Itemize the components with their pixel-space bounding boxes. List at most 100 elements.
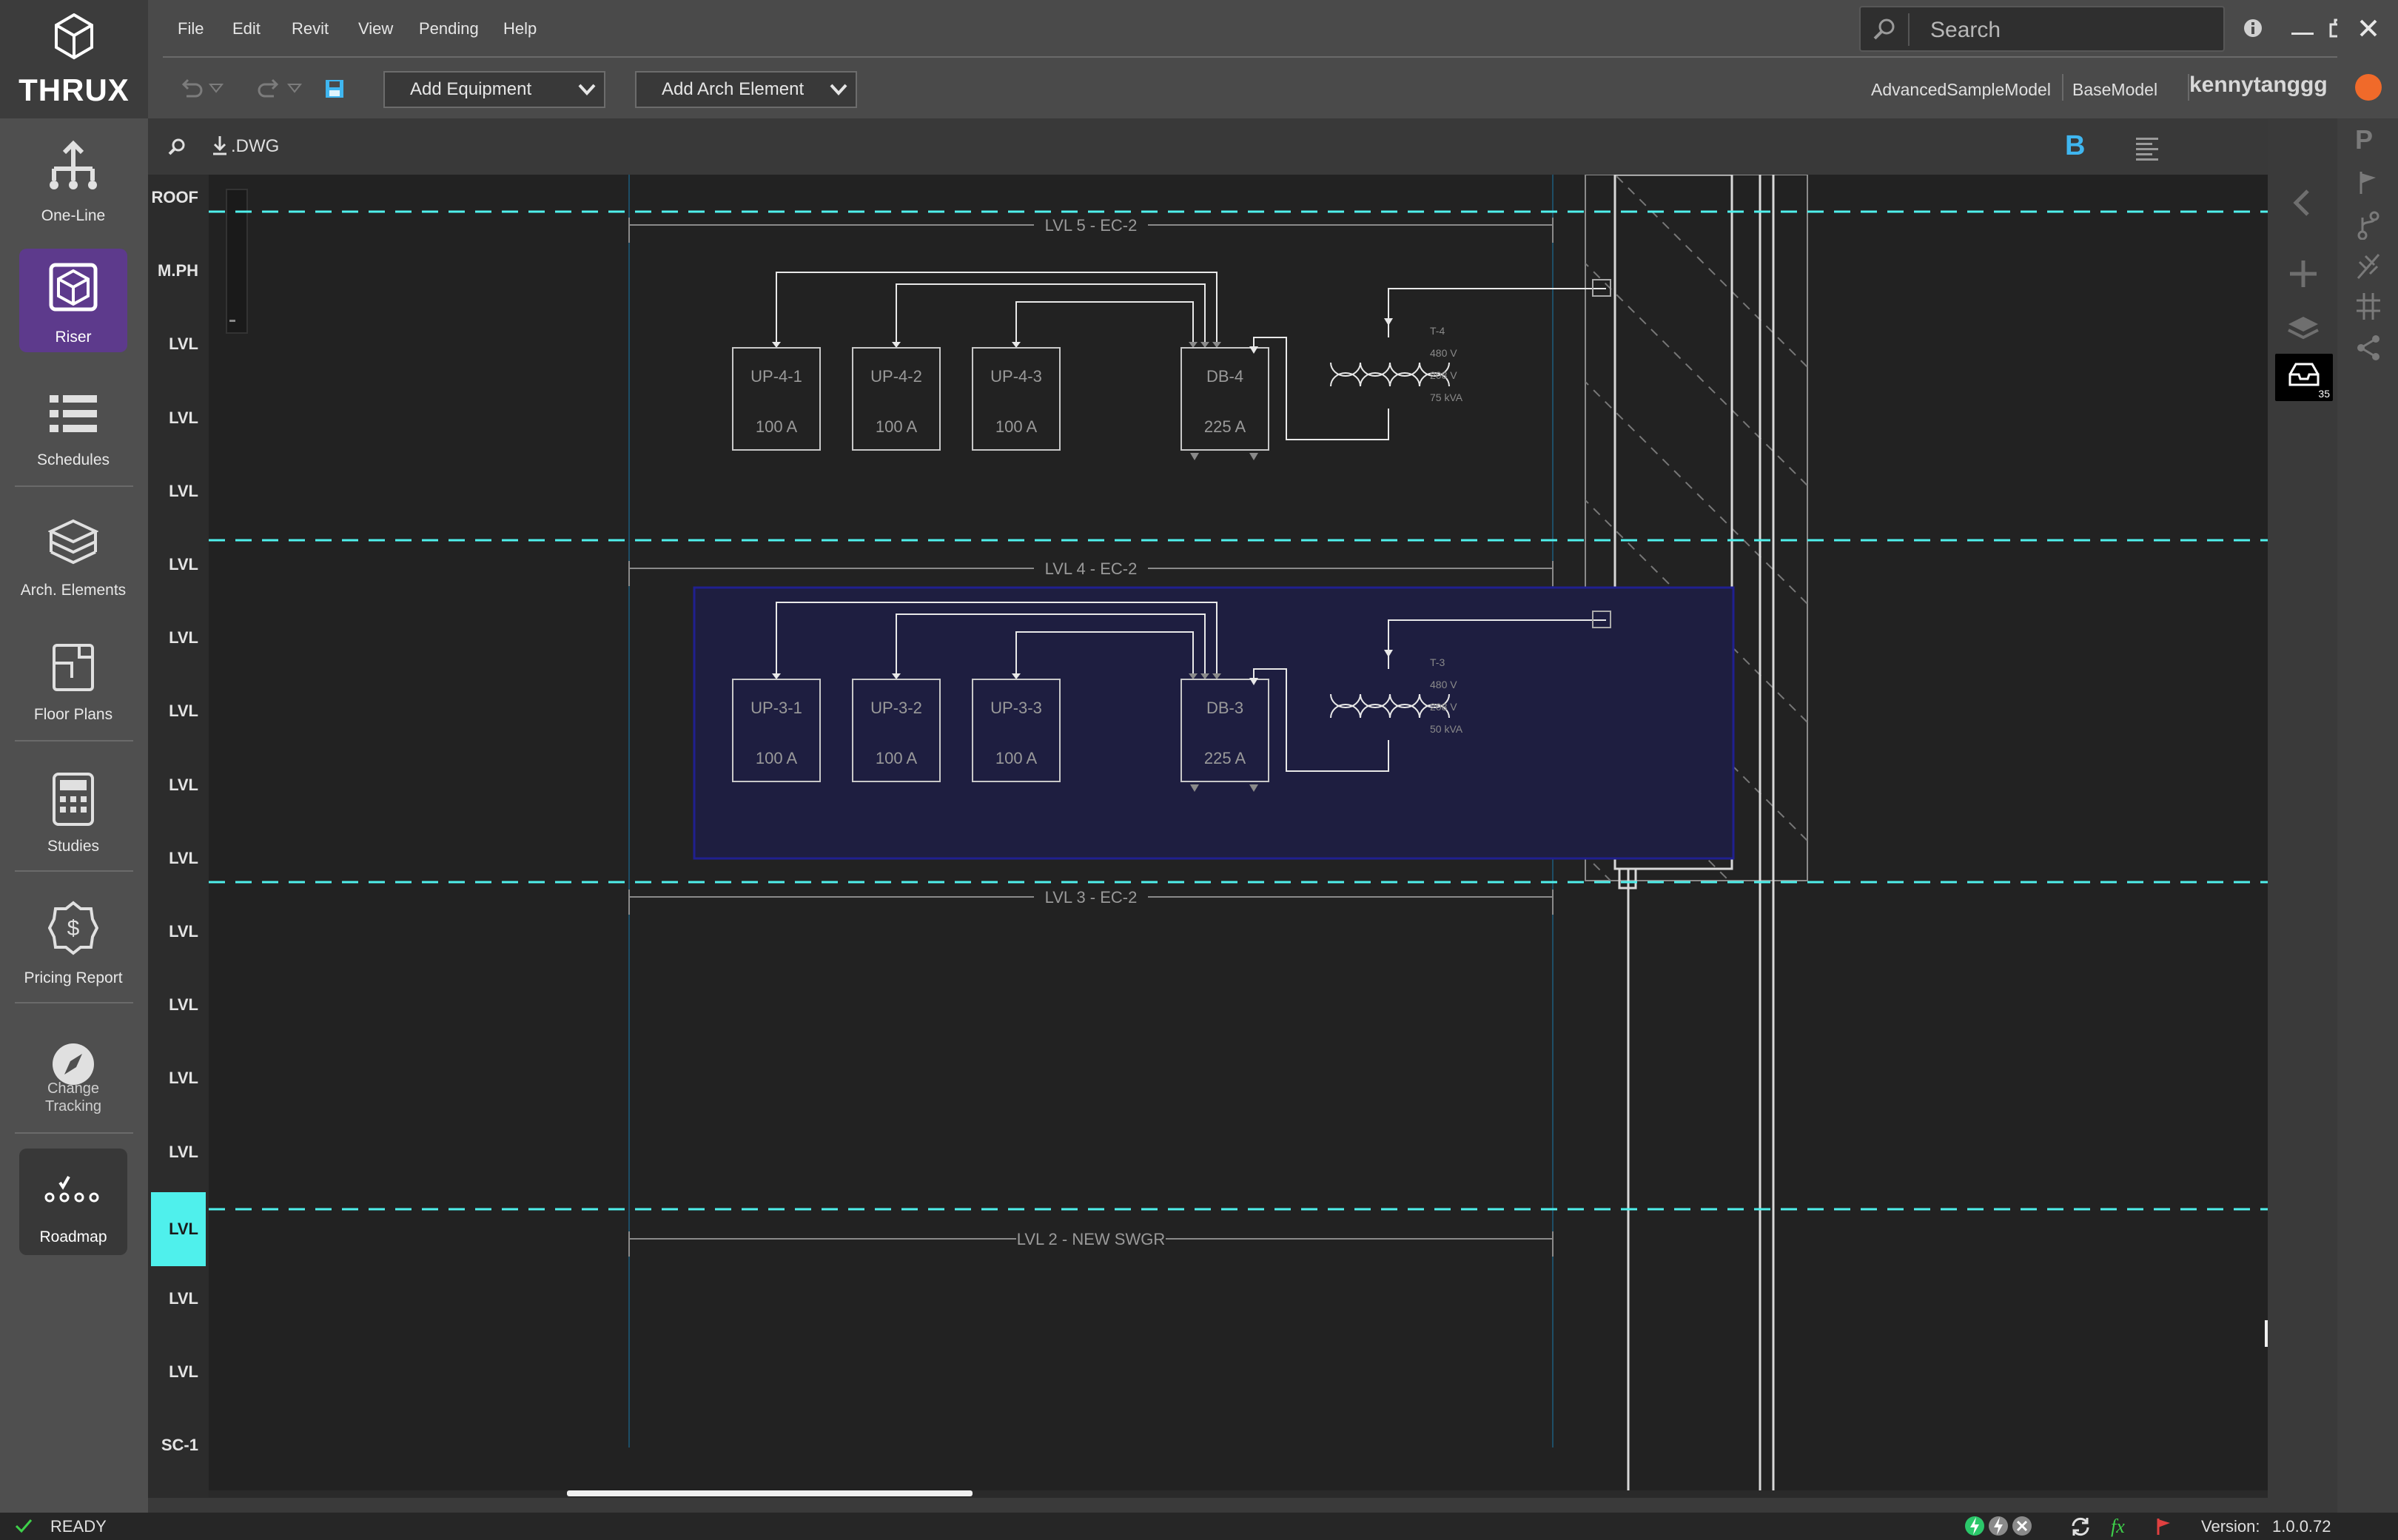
download-icon[interactable] bbox=[212, 135, 228, 157]
nav-label: Pricing Report bbox=[24, 969, 123, 986]
formula-icon[interactable]: fx bbox=[2111, 1516, 2125, 1538]
menu-pending[interactable]: Pending bbox=[419, 19, 479, 38]
level-label[interactable]: LVL bbox=[148, 482, 209, 501]
align-text-icon[interactable] bbox=[2135, 135, 2160, 164]
refresh-icon[interactable] bbox=[2069, 1516, 2092, 1538]
status-flag-icon[interactable] bbox=[2155, 1517, 2172, 1536]
level-label[interactable]: LVL bbox=[148, 995, 209, 1015]
disconnect-icon[interactable] bbox=[2355, 252, 2382, 281]
level-label[interactable]: LVL bbox=[148, 849, 209, 868]
panel-rating: 100 A bbox=[756, 749, 798, 767]
right-tool-panel: 35 bbox=[2268, 118, 2337, 1513]
level-label[interactable]: LVL bbox=[148, 628, 209, 648]
layers-icon[interactable] bbox=[2286, 314, 2321, 343]
feeder-arrow bbox=[772, 342, 781, 348]
avatar[interactable] bbox=[2352, 73, 2382, 102]
transformer-name: T-4 bbox=[1430, 325, 1445, 337]
minimize-icon[interactable] bbox=[2291, 33, 2314, 35]
nav-one-line[interactable]: One-Line bbox=[19, 133, 127, 229]
flag-icon[interactable] bbox=[2358, 170, 2379, 195]
power-off-icon[interactable] bbox=[1988, 1514, 2009, 1538]
riser-canvas[interactable]: LVL 5 - EC-2 LVL 4 - EC-2 LVL 3 - EC-2 LVL … bbox=[209, 175, 2268, 1498]
nav-change-tracking[interactable]: Change Tracking bbox=[19, 1029, 127, 1125]
level-label[interactable]: LVL bbox=[148, 1143, 209, 1162]
breadcrumb-model[interactable]: AdvancedSampleModel bbox=[1871, 80, 2051, 100]
nav-pricing-report[interactable]: $ Pricing Report bbox=[19, 895, 127, 992]
level-label[interactable]: M.PH bbox=[148, 261, 209, 280]
search-box[interactable]: Search bbox=[1859, 6, 2225, 52]
undo-icon[interactable] bbox=[178, 77, 204, 99]
menu-edit[interactable]: Edit bbox=[232, 19, 261, 38]
close-icon[interactable] bbox=[2358, 18, 2379, 38]
transformer-primary: 480 V bbox=[1430, 679, 1457, 690]
panel-rating: 225 A bbox=[1204, 417, 1246, 436]
panel-name: UP-4-1 bbox=[750, 367, 802, 386]
power-status-icon[interactable] bbox=[1964, 1514, 1985, 1538]
selection-box[interactable] bbox=[693, 586, 1735, 860]
h-scroll-thumb[interactable] bbox=[567, 1490, 973, 1496]
feeder-line[interactable] bbox=[896, 283, 1206, 348]
search-placeholder[interactable]: Search bbox=[1930, 18, 2001, 43]
panel-name: UP-3-3 bbox=[990, 699, 1042, 717]
menu-help[interactable]: Help bbox=[503, 19, 537, 38]
nav-arch-elements[interactable]: Arch. Elements bbox=[19, 511, 127, 607]
redo-icon[interactable] bbox=[256, 77, 283, 99]
level-label[interactable]: ROOF bbox=[148, 188, 209, 207]
branch-icon[interactable] bbox=[2357, 210, 2380, 240]
p-icon[interactable]: P bbox=[2355, 124, 2373, 155]
add-icon[interactable] bbox=[2288, 259, 2318, 289]
level-label[interactable]: LVL bbox=[148, 1069, 209, 1088]
level-section-label: LVL 4 - EC-2 bbox=[1045, 559, 1138, 578]
level-label[interactable]: LVL bbox=[148, 702, 209, 721]
b-toggle-button[interactable]: B bbox=[2065, 130, 2085, 162]
svg-text:$: $ bbox=[67, 916, 80, 941]
feeder-line[interactable] bbox=[1015, 301, 1194, 348]
level-label[interactable]: LVL bbox=[148, 334, 209, 354]
riser-diagram[interactable]: LVL 5 - EC-2 LVL 4 - EC-2 LVL 3 - EC-2 LVL … bbox=[209, 175, 2268, 1498]
menu-view[interactable]: View bbox=[358, 19, 393, 38]
canvas-toolbar: .DWG B bbox=[148, 118, 2268, 175]
level-label[interactable]: LVL bbox=[148, 1289, 209, 1308]
disabled-status-icon[interactable] bbox=[2012, 1514, 2032, 1538]
nav-floor-plans[interactable]: Floor Plans bbox=[19, 638, 127, 727]
panel-name: UP-4-2 bbox=[870, 367, 922, 386]
undo-dropdown-icon[interactable] bbox=[209, 83, 224, 93]
nav-riser[interactable]: Riser bbox=[19, 249, 127, 352]
level-label[interactable]: LVL bbox=[148, 555, 209, 574]
level-label[interactable]: LVL bbox=[148, 922, 209, 941]
add-arch-element-label: Add Arch Element bbox=[662, 79, 805, 99]
minimap-marker bbox=[229, 320, 235, 322]
db-input-arrow bbox=[1249, 346, 1258, 354]
panel-rating: 100 A bbox=[876, 749, 918, 767]
redo-dropdown-icon[interactable] bbox=[287, 83, 302, 93]
menu-file[interactable]: File bbox=[178, 19, 204, 38]
nav-studies[interactable]: Studies bbox=[19, 767, 127, 855]
inbox-icon bbox=[2288, 363, 2320, 386]
nav-roadmap[interactable]: Roadmap bbox=[19, 1149, 127, 1255]
add-equipment-dropdown[interactable]: Add Equipment bbox=[383, 71, 605, 108]
level-label[interactable]: LVL bbox=[148, 776, 209, 795]
h-scroll-track[interactable] bbox=[209, 1490, 2268, 1498]
grid-icon[interactable] bbox=[2355, 292, 2382, 321]
breadcrumb-base[interactable]: BaseModel bbox=[2072, 80, 2157, 100]
export-dwg-button[interactable]: .DWG bbox=[231, 136, 279, 157]
transformer-secondary-line[interactable] bbox=[1253, 337, 1389, 440]
chevron-down-icon bbox=[578, 84, 596, 95]
level-label-active[interactable]: LVL bbox=[151, 1191, 206, 1266]
menu-divider bbox=[163, 56, 2339, 58]
level-label[interactable]: SC-1 bbox=[148, 1436, 209, 1455]
level-label[interactable]: LVL bbox=[148, 1362, 209, 1382]
inbox-button[interactable]: 35 bbox=[2275, 354, 2333, 401]
canvas-search-icon[interactable] bbox=[167, 138, 187, 157]
info-icon[interactable] bbox=[2243, 18, 2263, 38]
collapse-left-icon[interactable] bbox=[2290, 188, 2312, 218]
nav-schedules[interactable]: Schedules bbox=[19, 385, 127, 474]
menu-revit[interactable]: Revit bbox=[292, 19, 329, 38]
username[interactable]: kennytanggg bbox=[2189, 73, 2328, 98]
save-icon[interactable] bbox=[324, 78, 345, 99]
add-arch-element-dropdown[interactable]: Add Arch Element bbox=[635, 71, 857, 108]
transformer-primary-line[interactable] bbox=[1388, 288, 1606, 337]
share-nodes-icon[interactable] bbox=[2355, 333, 2382, 363]
level-label[interactable]: LVL bbox=[148, 408, 209, 428]
nav-divider bbox=[15, 870, 133, 872]
